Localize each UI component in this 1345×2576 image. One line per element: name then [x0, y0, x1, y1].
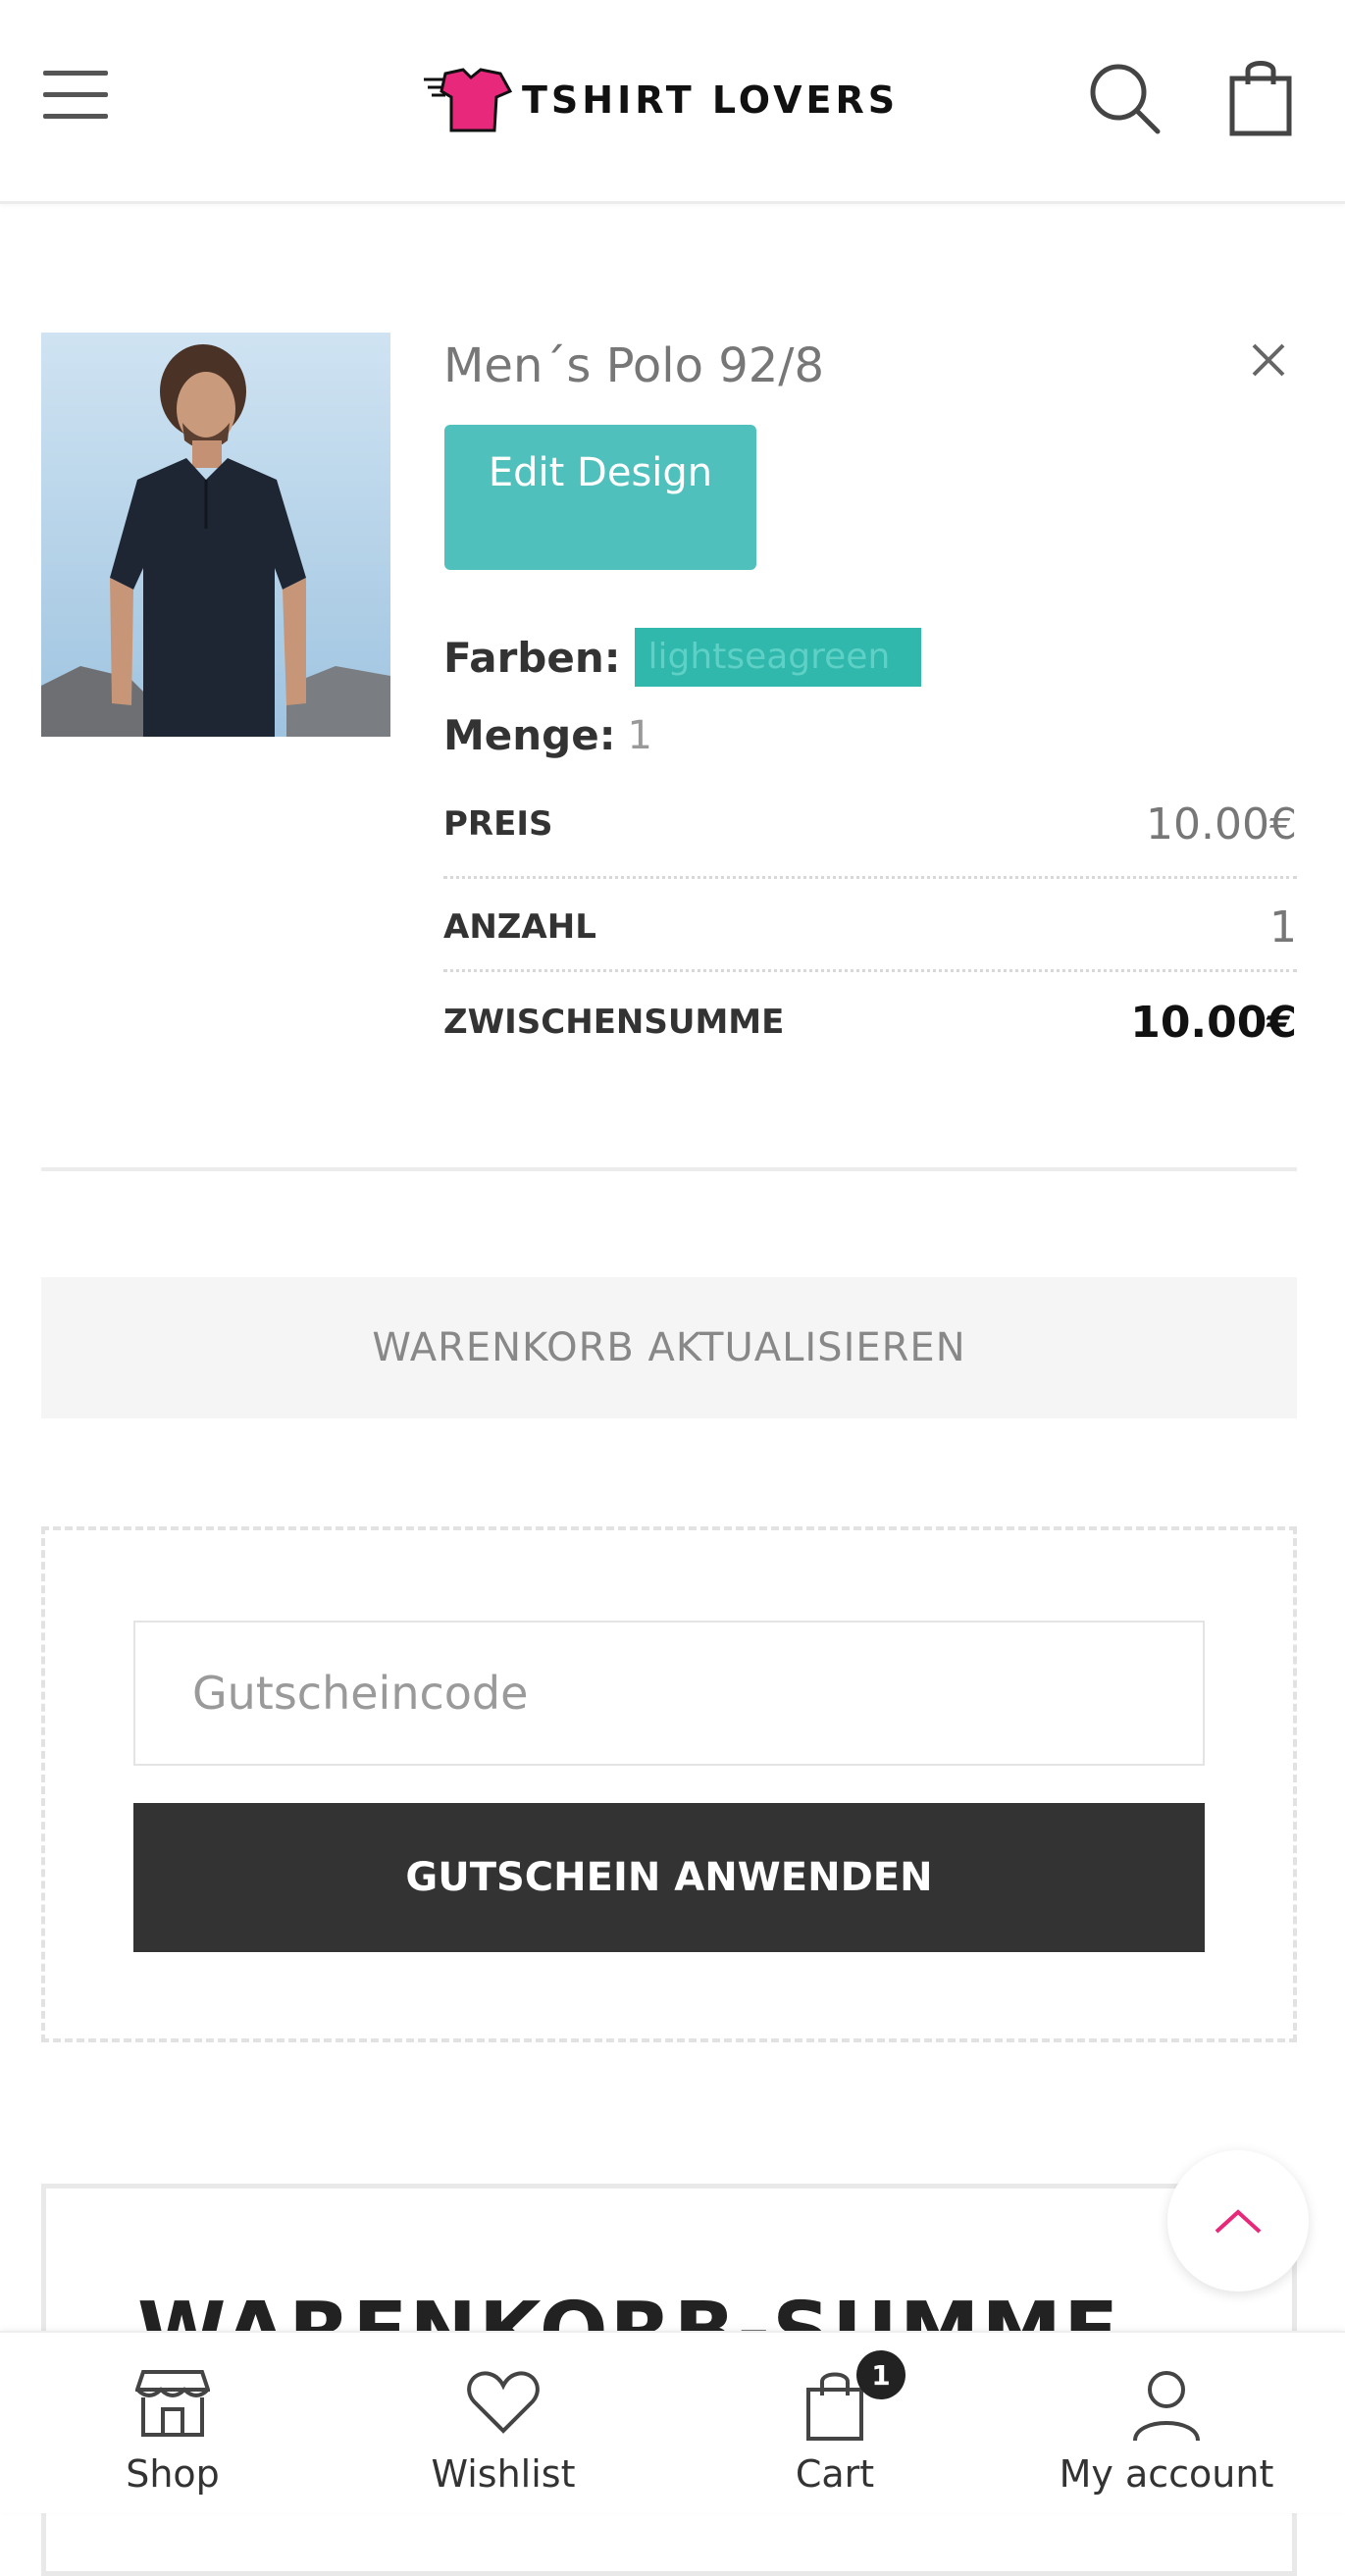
edit-design-button[interactable]: Edit Design [444, 425, 756, 570]
color-label: Farben: [443, 633, 621, 682]
color-attribute: Farben: lightseagreen [443, 628, 921, 687]
nav-my-account-label: My account [1059, 2452, 1274, 2496]
site-logo[interactable]: TSHIRT LOVERS [424, 61, 899, 139]
subtotal-row: ZWISCHENSUMME 10.00€ [443, 993, 1297, 1052]
menu-icon[interactable] [43, 67, 108, 122]
nav-my-account[interactable]: My account [1049, 2333, 1284, 2513]
nav-shop[interactable]: Shop [55, 2333, 290, 2513]
quantity-label: Menge: [443, 711, 616, 759]
product-image[interactable] [41, 333, 390, 737]
row-divider [443, 876, 1297, 879]
apply-coupon-button[interactable]: GUTSCHEIN ANWENDEN [133, 1803, 1205, 1952]
quantity-row: ANZAHL 1 [443, 898, 1297, 956]
quantity-attribute: Menge: 1 [443, 711, 652, 759]
product-name[interactable]: Men´s Polo 92/8 [443, 338, 824, 393]
tshirt-logo-icon [424, 68, 512, 132]
subtotal-value: 10.00€ [1130, 997, 1297, 1048]
close-icon[interactable] [1246, 337, 1291, 383]
store-icon [135, 2370, 210, 2437]
nav-cart-label: Cart [795, 2452, 875, 2496]
price-value: 10.00€ [1146, 799, 1297, 850]
color-value: lightseagreen [634, 628, 921, 687]
search-icon[interactable] [1085, 59, 1164, 137]
logo-text: TSHIRT LOVERS [522, 78, 900, 122]
cart-count-badge: 1 [856, 2350, 905, 2399]
nav-cart[interactable]: 1 Cart [717, 2333, 953, 2513]
nav-shop-label: Shop [126, 2452, 220, 2496]
user-icon [1133, 2371, 1200, 2442]
quantity-row-label: ANZAHL [443, 907, 596, 947]
coupon-section [41, 1526, 1297, 2042]
update-cart-button[interactable]: WARENKORB AKTUALISIEREN [41, 1277, 1297, 1418]
heart-icon [467, 2371, 540, 2434]
section-divider [41, 1167, 1297, 1171]
site-header: TSHIRT LOVERS [0, 0, 1345, 204]
subtotal-label: ZWISCHENSUMME [443, 1003, 785, 1042]
row-divider [443, 969, 1297, 972]
nav-wishlist-label: Wishlist [431, 2452, 576, 2496]
scroll-to-top-button[interactable] [1167, 2150, 1309, 2292]
price-row: PREIS 10.00€ [443, 795, 1297, 853]
shopping-bag-icon[interactable] [1226, 55, 1295, 137]
bottom-navigation: Shop Wishlist 1 Cart My account [0, 2331, 1345, 2513]
chevron-up-icon [1215, 2209, 1262, 2234]
price-label: PREIS [443, 804, 553, 844]
quantity-value: 1 [627, 712, 652, 758]
coupon-code-input[interactable] [133, 1621, 1205, 1766]
nav-wishlist[interactable]: Wishlist [386, 2333, 621, 2513]
product-photo [41, 333, 390, 737]
quantity-row-value[interactable]: 1 [1269, 902, 1297, 953]
